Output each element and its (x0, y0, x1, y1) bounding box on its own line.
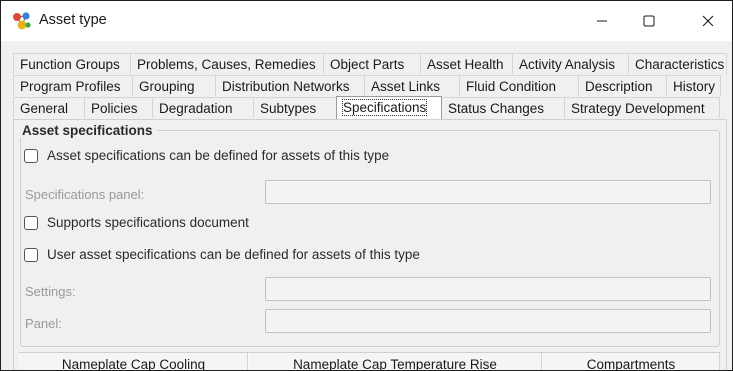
close-icon (702, 15, 714, 27)
tab-asset-links[interactable]: Asset Links (364, 75, 460, 96)
user-specifications-checkbox[interactable] (24, 247, 38, 262)
tab-degradation[interactable]: Degradation (152, 97, 254, 118)
tab-specifications[interactable]: Specifications (336, 96, 442, 119)
tab-strategy-development[interactable]: Strategy Development (564, 97, 720, 118)
tab-policies[interactable]: Policies (84, 97, 153, 118)
supports-document-checkbox-label[interactable]: Supports specifications document (47, 215, 249, 230)
tab-row-3: General Policies Degradation Subtypes Sp… (13, 96, 720, 119)
asset-specifications-checkbox-label[interactable]: Asset specifications can be defined for … (47, 148, 389, 163)
tab-program-profiles[interactable]: Program Profiles (13, 75, 133, 96)
close-button[interactable] (685, 1, 731, 41)
supports-document-checkbox-row[interactable]: Supports specifications document (24, 215, 249, 230)
tab-description[interactable]: Description (578, 75, 667, 96)
user-specifications-checkbox-row[interactable]: User asset specifications can be defined… (24, 247, 420, 262)
user-specifications-checkbox-label[interactable]: User asset specifications can be defined… (47, 247, 420, 262)
tab-grouping[interactable]: Grouping (132, 75, 216, 96)
minimize-icon (597, 20, 607, 22)
settings-field[interactable] (265, 277, 711, 301)
specifications-tab-panel: Asset specifications Asset specification… (13, 119, 727, 370)
asset-specifications-checkbox[interactable] (24, 148, 38, 163)
minimize-button[interactable] (579, 1, 625, 41)
settings-label: Settings: (25, 284, 76, 299)
tab-problems-causes-remedies[interactable]: Problems, Causes, Remedies (130, 53, 324, 74)
asset-specifications-checkbox-row[interactable]: Asset specifications can be defined for … (24, 148, 389, 163)
column-header[interactable]: Nameplate Cap Temperature Rise (248, 353, 542, 370)
tab-general[interactable]: General (13, 97, 85, 118)
maximize-button[interactable] (626, 1, 672, 41)
tab-function-groups[interactable]: Function Groups (13, 53, 131, 74)
tab-fluid-condition[interactable]: Fluid Condition (459, 75, 579, 96)
column-header[interactable]: Compartments (542, 353, 720, 370)
panel-field[interactable] (265, 309, 711, 333)
tab-subtypes[interactable]: Subtypes (253, 97, 337, 118)
tab-row-1: Function Groups Problems, Causes, Remedi… (13, 53, 727, 75)
specifications-table-header: Nameplate Cap Cooling Nameplate Cap Temp… (19, 352, 720, 370)
tab-history[interactable]: History (666, 75, 721, 96)
tab-asset-health[interactable]: Asset Health (420, 53, 513, 74)
specifications-panel-field[interactable] (265, 180, 711, 204)
specifications-panel-label: Specifications panel: (25, 187, 145, 202)
tab-status-changes[interactable]: Status Changes (441, 97, 565, 118)
tab-object-parts[interactable]: Object Parts (323, 53, 421, 74)
title-bar[interactable]: Asset type (1, 1, 732, 41)
asset-specifications-group-title: Asset specifications (18, 123, 157, 138)
panel-label: Panel: (25, 316, 62, 331)
tab-characteristics[interactable]: Characteristics (628, 53, 727, 74)
tab-distribution-networks[interactable]: Distribution Networks (215, 75, 365, 96)
tab-row-2: Program Profiles Grouping Distribution N… (13, 75, 721, 97)
tab-activity-analysis[interactable]: Activity Analysis (512, 53, 629, 74)
asset-type-app-icon (13, 12, 31, 30)
asset-type-window: Asset type Function Groups Problems, Cau… (0, 0, 733, 371)
column-header[interactable]: Nameplate Cap Cooling (19, 353, 248, 370)
window-title: Asset type (39, 12, 107, 28)
supports-document-checkbox[interactable] (24, 215, 38, 230)
maximize-icon (643, 15, 655, 27)
